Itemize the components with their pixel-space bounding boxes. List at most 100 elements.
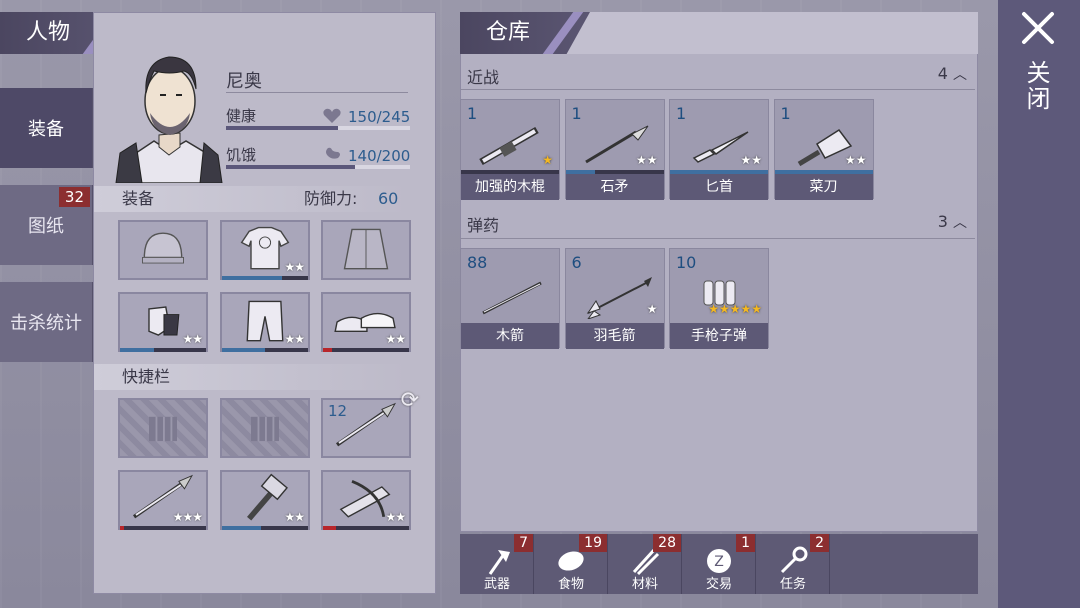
health-bar bbox=[226, 126, 410, 130]
star-rating: ★★ bbox=[284, 332, 304, 346]
tab-meat[interactable]: 19 食物 bbox=[534, 534, 608, 594]
quickbar-slot[interactable] bbox=[118, 398, 208, 458]
category-ammo-label: 弹药 bbox=[467, 216, 500, 235]
quickbar-slot[interactable]: ★★ bbox=[220, 470, 310, 530]
equipment-slot[interactable]: ★★ bbox=[118, 292, 208, 352]
storage-item[interactable]: 88 木箭 bbox=[460, 248, 560, 349]
hunger-bar bbox=[226, 165, 410, 169]
equipment-slot[interactable]: ★★ bbox=[220, 292, 310, 352]
beanie-icon bbox=[142, 232, 184, 264]
item-count: 1 bbox=[467, 104, 478, 123]
tab-label: 交易 bbox=[705, 577, 732, 592]
nav-kill-stats[interactable]: 击杀统计 bbox=[0, 282, 93, 362]
close-label[interactable]: 关闭 bbox=[1022, 60, 1054, 112]
item-label: 手枪子弹 bbox=[670, 323, 768, 349]
equipment-section-header: 装备 防御力: 60 bbox=[94, 186, 407, 212]
item-label: 加强的木棍 bbox=[461, 174, 559, 200]
storage-title-stripe bbox=[542, 12, 584, 54]
character-title-text: 人物 bbox=[26, 20, 71, 45]
stomach-icon bbox=[326, 147, 340, 159]
health-label: 健康 bbox=[226, 107, 257, 125]
close-icon[interactable] bbox=[1020, 10, 1056, 46]
star-rating: ★★ bbox=[385, 332, 405, 346]
storage-item[interactable]: 1 ★★ 菜刀 bbox=[773, 99, 874, 200]
equipment-slot[interactable]: ★★ bbox=[220, 220, 310, 280]
character-name: 尼奥 bbox=[226, 71, 262, 92]
item-label: 石矛 bbox=[565, 174, 664, 200]
heart-icon bbox=[323, 108, 341, 123]
equipment-slot[interactable]: ★★ bbox=[321, 292, 411, 352]
durability-fill bbox=[222, 526, 261, 530]
swap-icon[interactable]: ⟳ bbox=[401, 388, 419, 413]
tab-badge: 2 bbox=[810, 534, 829, 552]
star-rating: ★★★★★ bbox=[708, 302, 762, 316]
storage-header: 仓库 bbox=[460, 12, 978, 54]
star-rating: ★★ bbox=[385, 510, 405, 524]
star-rating: ★★ bbox=[284, 510, 304, 524]
category-melee-divider bbox=[460, 89, 975, 90]
category-melee-header[interactable]: 近战 4 ︿ bbox=[467, 64, 975, 88]
svg-text:Z: Z bbox=[714, 554, 724, 570]
storage-item[interactable]: 1 ★★ 石矛 bbox=[564, 99, 665, 200]
blueprints-badge: 32 bbox=[58, 187, 90, 207]
storage-item[interactable]: 1 ★ 加强的木棍 bbox=[460, 99, 560, 200]
nav-equipment[interactable]: 装备 bbox=[0, 88, 93, 168]
close-panel[interactable]: 关闭 bbox=[998, 0, 1080, 608]
item-count: 6 bbox=[571, 253, 582, 272]
key-icon bbox=[780, 546, 808, 574]
durability-bar bbox=[120, 526, 206, 530]
tab-trade-coin[interactable]: Z 1 交易 bbox=[682, 534, 756, 594]
durability-fill bbox=[120, 526, 125, 530]
nav-kill-stats-label: 击杀统计 bbox=[10, 313, 82, 334]
star-rating: ★★ bbox=[740, 153, 762, 167]
jacket-icon bbox=[343, 228, 389, 270]
tab-key[interactable]: 2 任务 bbox=[756, 534, 830, 594]
durability-bar bbox=[222, 276, 308, 280]
quickbar-slot[interactable]: ★★ bbox=[321, 470, 411, 530]
item-count: 1 bbox=[780, 104, 791, 123]
durability-fill bbox=[323, 348, 332, 352]
equipment-slot[interactable] bbox=[321, 220, 411, 280]
star-rating: ★★ bbox=[844, 153, 867, 167]
nav-blueprints[interactable]: 图纸 32 bbox=[0, 185, 93, 265]
star-rating: ★ bbox=[542, 153, 553, 167]
quickbar-slot[interactable]: 12 ⟳ bbox=[321, 388, 419, 458]
storage-item[interactable]: 1 ★★ 匕首 bbox=[669, 99, 769, 200]
category-ammo-header[interactable]: 弹药 3 ︿ bbox=[467, 212, 975, 236]
tab-badge: 7 bbox=[514, 534, 533, 552]
storage-tab-bar: 7 武器 19 食物 28 材料 Z 1 交易 2 任务 bbox=[460, 534, 978, 594]
equipment-slot[interactable] bbox=[118, 220, 208, 280]
name-divider bbox=[226, 92, 408, 93]
tab-label: 食物 bbox=[557, 577, 584, 592]
collapse-chevron-icon[interactable]: ︿ bbox=[953, 67, 967, 83]
star-rating: ★★★ bbox=[172, 510, 203, 524]
durability-bar bbox=[222, 526, 308, 530]
star-rating: ★ bbox=[646, 302, 658, 316]
quickbar-slot[interactable]: ★★★ bbox=[118, 470, 208, 530]
item-label: 匕首 bbox=[670, 174, 768, 200]
star-rating: ★★ bbox=[635, 153, 658, 167]
durability-bar bbox=[323, 348, 409, 352]
tab-label: 武器 bbox=[483, 577, 510, 592]
quickbar-slot[interactable] bbox=[220, 398, 310, 458]
tab-materials[interactable]: 28 材料 bbox=[608, 534, 682, 594]
hunger-label: 饥饿 bbox=[226, 146, 257, 164]
durability-bar bbox=[120, 348, 206, 352]
durability-fill bbox=[323, 526, 336, 530]
locked-icon bbox=[149, 416, 177, 442]
category-melee-label: 近战 bbox=[467, 68, 500, 87]
slot-count: 12 bbox=[328, 402, 348, 420]
tab-badge: 1 bbox=[736, 534, 755, 552]
tab-label: 材料 bbox=[631, 577, 658, 592]
item-label: 羽毛箭 bbox=[565, 323, 664, 349]
tab-axe[interactable]: 7 武器 bbox=[460, 534, 534, 594]
category-ammo-divider bbox=[460, 238, 975, 239]
storage-item[interactable]: 10 ★★★★★ 手枪子弹 bbox=[669, 248, 769, 349]
locked-icon bbox=[251, 416, 279, 442]
item-label: 菜刀 bbox=[774, 174, 873, 200]
storage-title: 仓库 bbox=[460, 12, 590, 54]
collapse-chevron-icon[interactable]: ︿ bbox=[953, 215, 967, 231]
tab-badge: 19 bbox=[579, 534, 607, 552]
storage-item[interactable]: 6 ★ 羽毛箭 bbox=[564, 248, 665, 349]
durability-fill bbox=[120, 348, 155, 352]
